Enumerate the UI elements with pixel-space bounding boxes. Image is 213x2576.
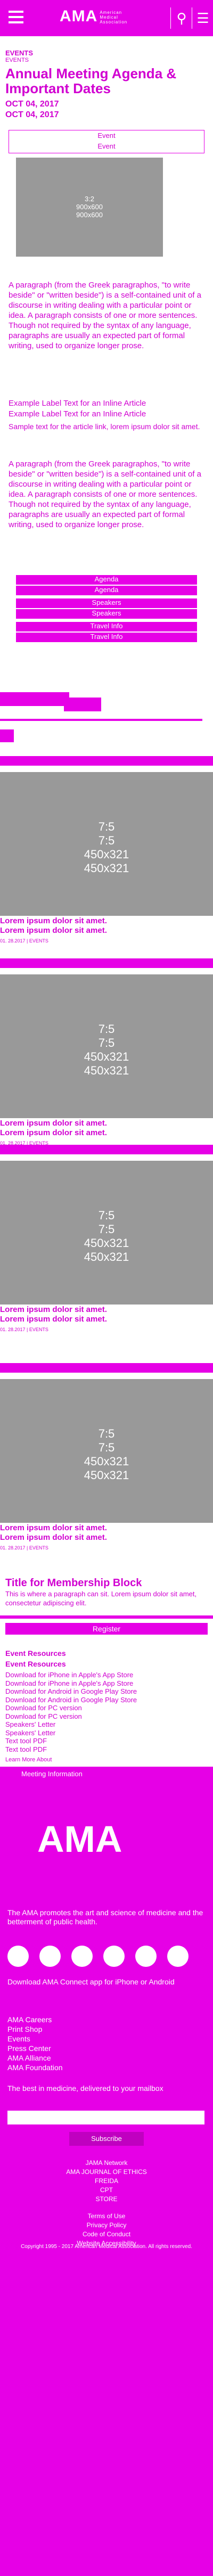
card-image[interactable]: 7:5 7:5 450x321 450x321	[0, 1379, 213, 1523]
site-header: AMA American Medical Association ⚲ ☰	[0, 0, 213, 36]
footer-nav-link[interactable]: CPT	[11, 2186, 202, 2195]
footer-logo[interactable]: AMA	[37, 1818, 122, 1860]
resources-heading-dup: Event Resources	[5, 1660, 66, 1668]
footer-mission: The AMA promotes the art and science of …	[7, 1908, 203, 1926]
agenda-button[interactable]: Agenda	[16, 575, 197, 585]
resource-link[interactable]: Download for iPhone in Apple's App Store	[5, 1671, 208, 1679]
membership-body: This is where a paragraph can sit. Lorem…	[5, 1590, 197, 1607]
footer-link[interactable]: AMA Foundation	[7, 2063, 204, 2072]
resource-link[interactable]: Speakers' Letter	[5, 1720, 208, 1729]
resource-link[interactable]: Download for PC version	[5, 1712, 208, 1721]
speakers-button-dup[interactable]: Speakers	[16, 609, 197, 619]
card-title[interactable]: Lorem ipsum dolor sit amet.	[0, 1118, 107, 1129]
footer-link[interactable]: Press Center	[7, 2044, 204, 2053]
page-title: Annual Meeting Agenda & Important Dates	[5, 65, 177, 96]
card-title[interactable]: Lorem ipsum dolor sit amet.	[0, 1305, 107, 1315]
card-date: 01. 28.2017 | EVENTS	[0, 1545, 48, 1550]
agenda-button-dup[interactable]: Agenda	[16, 586, 197, 595]
resource-links: Download for iPhone in Apple's App Store…	[5, 1671, 208, 1753]
footer-legal-link[interactable]: Privacy Policy	[11, 2221, 202, 2230]
footer-nav-link[interactable]: AMA JOURNAL OF ETHICS	[11, 2168, 202, 2177]
instagram-icon[interactable]	[135, 1946, 157, 1967]
resource-link[interactable]: Text tool PDF	[5, 1737, 208, 1745]
facebook-icon[interactable]	[7, 1946, 29, 1967]
youtube-icon[interactable]	[103, 1946, 125, 1967]
footer-link[interactable]: Events	[7, 2034, 204, 2044]
article-date: OCT 04, 2017	[5, 100, 59, 109]
resource-link[interactable]: Download for PC version	[5, 1704, 208, 1712]
resources-heading: Event Resources	[5, 1649, 66, 1658]
footer-nav: JAMA Network AMA JOURNAL OF ETHICS FREIDA C…	[11, 2159, 202, 2204]
newsletter-input[interactable]	[7, 2111, 204, 2124]
footer-app-text[interactable]: Download AMA Connect app for iPhone or A…	[7, 1978, 204, 1987]
related-marker	[0, 729, 14, 742]
travel-button-dup[interactable]: Travel Info	[16, 633, 197, 642]
divider	[0, 719, 202, 721]
footer-legal: Terms of Use Privacy Policy Code of Conduc…	[11, 2212, 202, 2248]
copyright: Copyright 1995 - 2017 American Medical A…	[21, 2244, 192, 2250]
footer-link[interactable]: AMA Alliance	[7, 2053, 204, 2063]
learn-more[interactable]: Learn More About	[5, 1756, 52, 1763]
breadcrumb-sub: EVENTS	[5, 57, 29, 63]
rss-icon[interactable]	[167, 1946, 189, 1967]
membership-title: Title for Membership Block	[5, 1577, 142, 1589]
account-icon[interactable]: ☰	[192, 7, 213, 29]
ama-logo[interactable]: AMA American Medical Association	[60, 7, 132, 26]
social-bar-left[interactable]	[0, 692, 69, 706]
card-date: 01. 28.2017 | EVENTS	[0, 938, 48, 944]
card-title-dup[interactable]: Lorem ipsum dolor sit amet.	[0, 1128, 107, 1138]
card-title-dup[interactable]: Lorem ipsum dolor sit amet.	[0, 925, 107, 936]
article-paragraph-2: A paragraph (from the Greek paragraphos,…	[9, 460, 201, 529]
site-footer: AMA The AMA promotes the art and science…	[0, 1786, 213, 2576]
footer-nav-link[interactable]: STORE	[11, 2195, 202, 2204]
menu-icon[interactable]	[9, 7, 23, 29]
twitter-icon[interactable]	[39, 1946, 61, 1967]
card-image[interactable]: 7:5 7:5 450x321 450x321	[0, 1161, 213, 1305]
footer-nav-link[interactable]: JAMA Network	[11, 2159, 202, 2168]
card-date: 01. 28.2017 | EVENTS	[0, 1327, 48, 1332]
subscribe-button[interactable]: Subscribe	[69, 2132, 144, 2146]
resource-link[interactable]: Download for iPhone in Apple's App Store	[5, 1679, 208, 1688]
resource-link[interactable]: Text tool PDF	[5, 1745, 208, 1754]
card-title[interactable]: Lorem ipsum dolor sit amet.	[0, 916, 107, 926]
footer-nav-link[interactable]: FREIDA	[11, 2177, 202, 2186]
event-tag-box: Event Event	[9, 130, 204, 153]
resource-link[interactable]: Download for Android in Google Play Stor…	[5, 1696, 208, 1704]
social-bar-mid[interactable]	[64, 698, 101, 711]
event-tag: Event	[97, 132, 116, 140]
meeting-info[interactable]: Meeting Information	[21, 1770, 83, 1779]
article-paragraph: A paragraph (from the Greek paragraphos,…	[9, 281, 201, 350]
resource-link[interactable]: Speakers' Letter	[5, 1729, 208, 1737]
newsletter-text: The best in medicine, delivered to your …	[7, 2084, 163, 2093]
footer-link[interactable]: Print Shop	[7, 2024, 204, 2034]
social-icons	[7, 1946, 206, 1969]
card-image[interactable]: 7:5 7:5 450x321 450x321	[0, 772, 213, 916]
footer-legal-link[interactable]: Terms of Use	[11, 2212, 202, 2221]
search-icon[interactable]: ⚲	[170, 7, 192, 29]
footer-links: AMA Careers Print Shop Events Press Center A…	[7, 2015, 204, 2072]
linkedin-icon[interactable]	[71, 1946, 93, 1967]
inline-article-label[interactable]: Example Label Text for an Inline Article	[9, 398, 204, 409]
card-title[interactable]: Lorem ipsum dolor sit amet.	[0, 1523, 107, 1533]
card-title-dup[interactable]: Lorem ipsum dolor sit amet.	[0, 1314, 107, 1325]
card-title-dup[interactable]: Lorem ipsum dolor sit amet.	[0, 1532, 107, 1543]
speakers-button[interactable]: Speakers	[16, 598, 197, 608]
article-date-dup: OCT 04, 2017	[5, 110, 59, 119]
register-button[interactable]: Register	[5, 1623, 208, 1635]
resource-link[interactable]: Download for Android in Google Play Stor…	[5, 1687, 208, 1696]
footer-link[interactable]: AMA Careers	[7, 2015, 204, 2024]
travel-button[interactable]: Travel Info	[16, 622, 197, 631]
footer-legal-link[interactable]: Code of Conduct	[11, 2230, 202, 2239]
inline-article-label-dup[interactable]: Example Label Text for an Inline Article	[9, 409, 204, 420]
inline-article-sample[interactable]: Sample text for the article link, lorem …	[9, 422, 204, 431]
card-image[interactable]: 7:5 7:5 450x321 450x321	[0, 974, 213, 1118]
hero-image: 3:2 900x600 900x600	[16, 158, 163, 257]
event-tag-dup: Event	[97, 142, 116, 150]
